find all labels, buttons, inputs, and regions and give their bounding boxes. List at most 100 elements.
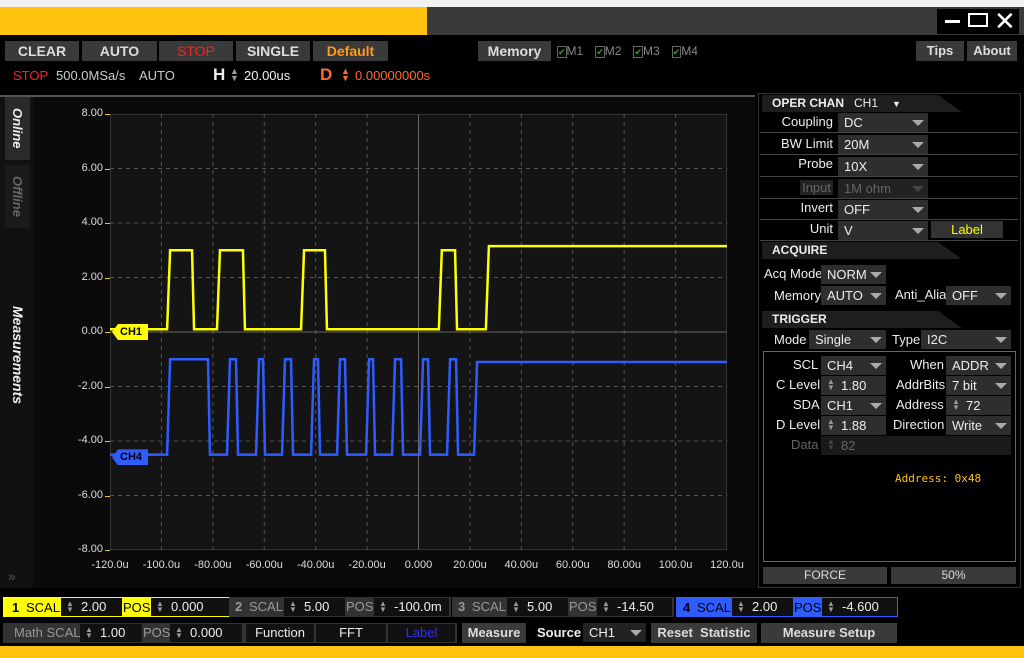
tips-button[interactable]: Tips bbox=[916, 41, 964, 61]
acq-mode-select[interactable]: NORM bbox=[821, 265, 886, 284]
expand-icon[interactable]: » bbox=[8, 568, 16, 584]
direction-label: Direction bbox=[893, 417, 945, 432]
scl-select[interactable]: CH4 bbox=[821, 356, 886, 375]
math-pos-spinner[interactable]: ▲ ▼ 0.000 bbox=[170, 624, 242, 642]
m3-checkbox[interactable]: ✔M3 bbox=[633, 44, 660, 58]
x-tick-label: -100.0u bbox=[142, 559, 181, 571]
probe-label: Probe bbox=[798, 156, 833, 171]
oper-chan-select[interactable]: CH1 bbox=[854, 96, 878, 110]
invert-select[interactable]: OFF bbox=[838, 200, 928, 219]
m3-label: M3 bbox=[642, 44, 660, 58]
reset-statistic-button[interactable]: Reset Statistic bbox=[651, 623, 757, 643]
channel-label-button[interactable]: Label bbox=[931, 221, 1003, 238]
maximize-icon[interactable] bbox=[968, 13, 988, 27]
y-tick-mark bbox=[105, 332, 110, 333]
y-tick-mark bbox=[105, 441, 110, 442]
x-tick-label: -60.00u bbox=[245, 559, 283, 571]
sample-rate: 500.0MSa/s bbox=[56, 68, 126, 83]
ch1-pos-spinner[interactable]: ▲ ▼ 0.000 bbox=[151, 598, 229, 616]
ch3-pos-spinner[interactable]: ▲ ▼ -14.50 bbox=[597, 598, 672, 616]
c-level-spinner[interactable]: ▲ ▼ 1.80 bbox=[821, 376, 886, 395]
d-value[interactable]: 0.00000000s bbox=[355, 68, 430, 83]
default-button[interactable]: Default bbox=[313, 41, 388, 61]
c-level-label: C Level bbox=[776, 377, 821, 392]
math-pos-label: POS bbox=[143, 625, 171, 640]
h-value[interactable]: 20.00us bbox=[244, 68, 290, 83]
marker-ch4[interactable]: CH4 bbox=[112, 449, 148, 466]
about-button[interactable]: About bbox=[967, 41, 1017, 61]
force-button[interactable]: FORCE bbox=[763, 567, 887, 584]
tab-offline[interactable]: Offline bbox=[5, 165, 30, 228]
row-bw: BW Limit 20M bbox=[760, 134, 1018, 155]
addr-bits-label: AddrBits bbox=[896, 377, 946, 392]
ch2-pos-spinner[interactable]: ▲ ▼ -100.0m bbox=[374, 598, 449, 616]
ch3-scal-spinner[interactable]: ▲ ▼ 5.00 bbox=[507, 598, 568, 616]
memory-button[interactable]: Memory bbox=[478, 41, 551, 61]
x-tick-label: 40.00u bbox=[504, 559, 539, 571]
ch3-pos-label: POS bbox=[569, 599, 597, 614]
trigger-type-select[interactable]: I2C bbox=[921, 330, 1011, 349]
clear-button[interactable]: CLEAR bbox=[5, 41, 79, 61]
probe-select[interactable]: 10X bbox=[838, 157, 928, 176]
ch2-scal-label: SCAL bbox=[249, 599, 283, 614]
y-tick-mark bbox=[105, 168, 110, 170]
m4-checkbox[interactable]: ✔M4 bbox=[671, 44, 698, 58]
marker-ch1[interactable]: CH1 bbox=[112, 324, 148, 340]
ch4-number[interactable]: 4 bbox=[683, 598, 690, 618]
ch2-scal-spinner[interactable]: ▲ ▼ 5.00 bbox=[284, 598, 345, 616]
coupling-select[interactable]: DC bbox=[838, 113, 928, 132]
m2-checkbox[interactable]: ✔M2 bbox=[595, 44, 621, 58]
memory-depth-select[interactable]: AUTO bbox=[821, 286, 886, 305]
fifty-percent-button[interactable]: 50% bbox=[891, 567, 1016, 584]
row-input: Input 1M ohm bbox=[760, 178, 1018, 199]
d-level-spinner[interactable]: ▲ ▼ 1.88 bbox=[821, 416, 886, 435]
measure-button[interactable]: Measure bbox=[462, 623, 526, 643]
anti-alias-select[interactable]: OFF bbox=[946, 286, 1011, 305]
ch2-pos-label: POS bbox=[346, 599, 374, 614]
ch4-pos-spinner[interactable]: ▲ ▼ -4.600 bbox=[822, 598, 897, 616]
x-tick-label: -80.00u bbox=[194, 559, 232, 571]
close-icon[interactable]: ✕ bbox=[994, 7, 1016, 35]
x-tick-label: -120.0u bbox=[91, 559, 129, 571]
single-button[interactable]: SINGLE bbox=[236, 41, 310, 61]
unit-select[interactable]: V bbox=[838, 221, 928, 240]
ch1-scal-spinner[interactable]: ▲ ▼ 2.00 bbox=[61, 598, 122, 616]
when-select[interactable]: ADDR bbox=[946, 356, 1011, 375]
ch2-number[interactable]: 2 bbox=[235, 597, 242, 617]
waveform-plot[interactable] bbox=[110, 114, 727, 550]
address-spinner[interactable]: ▲ ▼ 72 bbox=[946, 396, 1011, 415]
trigger-mode-select[interactable]: Single bbox=[809, 330, 886, 349]
math-label-button[interactable]: Label bbox=[388, 624, 455, 642]
auto-button[interactable]: AUTO bbox=[82, 41, 157, 61]
tab-online[interactable]: Online bbox=[5, 97, 30, 160]
ch3-number[interactable]: 3 bbox=[458, 597, 465, 617]
h-spinner-icon[interactable]: ▲ ▼ bbox=[230, 67, 239, 83]
tab-measurements[interactable]: Measurements bbox=[5, 290, 30, 420]
m1-label: M1 bbox=[566, 44, 584, 58]
math-function-button[interactable]: Function bbox=[246, 624, 314, 642]
y-tick-mark bbox=[105, 550, 110, 551]
stop-button[interactable]: STOP bbox=[159, 41, 233, 61]
source-select[interactable]: CH1 bbox=[583, 623, 646, 642]
math-scal-spinner[interactable]: ▲ ▼ 1.00 bbox=[80, 624, 142, 642]
ch4-scal-spinner[interactable]: ▲ ▼ 2.00 bbox=[732, 598, 793, 616]
bw-limit-select[interactable]: 20M bbox=[838, 135, 928, 154]
d-label: D bbox=[320, 65, 333, 84]
source-label: Source bbox=[537, 625, 582, 640]
d-spinner-icon[interactable]: ▲ ▼ bbox=[341, 67, 350, 83]
input-label: Input bbox=[800, 180, 833, 195]
fft-button[interactable]: FFT bbox=[316, 624, 386, 642]
m2-label: M2 bbox=[604, 44, 622, 58]
minimize-icon[interactable] bbox=[945, 20, 960, 23]
y-tick-label: 2.00 bbox=[81, 270, 103, 283]
h-label: H bbox=[213, 65, 226, 84]
measure-setup-button[interactable]: Measure Setup bbox=[761, 623, 897, 643]
direction-select[interactable]: Write bbox=[946, 416, 1011, 435]
addr-bits-select[interactable]: 7 bit bbox=[946, 376, 1011, 395]
y-tick-mark bbox=[105, 223, 110, 224]
invert-label: Invert bbox=[800, 200, 833, 215]
m1-checkbox[interactable]: ✔M1 bbox=[557, 44, 583, 58]
ch1-scal-label: SCAL bbox=[26, 600, 60, 615]
ch1-number[interactable]: 1 bbox=[12, 598, 19, 618]
sda-select[interactable]: CH1 bbox=[821, 396, 886, 415]
